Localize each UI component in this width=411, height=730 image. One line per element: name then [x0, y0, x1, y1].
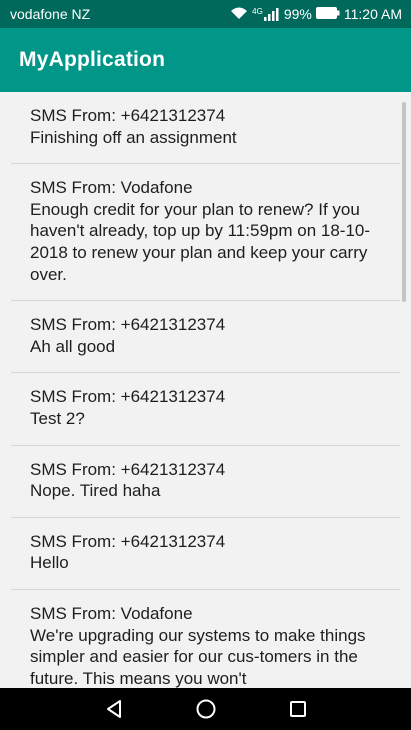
sms-body: Finishing off an assignment [30, 127, 237, 147]
list-item[interactable]: SMS From: +6421312374 Ah all good [11, 301, 400, 374]
sms-body: We're upgrading our systems to make thin… [30, 625, 366, 688]
sms-sender: SMS From: +6421312374 [30, 387, 226, 407]
status-bar: vodafone NZ 4G 99% 11:20 AM [0, 0, 411, 28]
sms-body: Hello [30, 553, 69, 573]
back-icon[interactable] [103, 698, 125, 720]
list-item[interactable]: SMS From: +6421312374 Hello [11, 518, 400, 590]
navigation-bar [0, 688, 411, 730]
sms-body: Ah all good [30, 336, 116, 356]
list-item[interactable]: SMS From: +6421312374 Finishing off an a… [11, 92, 400, 165]
sms-body: Enough credit for your plan to renew? If… [30, 199, 371, 284]
sms-sender: SMS From: +6421312374 [30, 531, 226, 551]
wifi-icon [230, 6, 248, 23]
recents-icon[interactable] [287, 698, 309, 720]
sms-sender: SMS From: +6421312374 [30, 315, 226, 335]
battery-percent: 99% [283, 6, 312, 22]
sms-body: Nope. Tired haha [30, 481, 161, 501]
sms-sender: SMS From: +6421312374 [30, 106, 226, 125]
sms-list[interactable]: SMS From: +6421312374 Finishing off an a… [0, 92, 411, 688]
scrollbar[interactable] [402, 102, 406, 302]
list-item[interactable]: SMS From: +6421312374 Nope. Tired haha [11, 446, 400, 518]
list-item[interactable]: SMS From: +6421312374 Test 2? [11, 373, 400, 446]
status-icons: 4G 99% 11:20 AM [230, 6, 402, 23]
clock: 11:20 AM [343, 6, 402, 22]
list-item[interactable]: SMS From: Vodafone Enough credit for you… [11, 164, 400, 302]
battery-icon [315, 6, 340, 22]
home-icon[interactable] [195, 698, 217, 720]
sms-sender: SMS From: +6421312374 [30, 459, 226, 479]
list-item[interactable]: SMS From: Vodafone We're upgrading our s… [11, 590, 400, 688]
network-type-label: 4G [252, 6, 263, 16]
signal-icon: 4G [252, 6, 280, 21]
carrier-label: vodafone NZ [10, 6, 91, 22]
app-bar: MyApplication [0, 28, 411, 92]
sms-sender: SMS From: Vodafone [30, 603, 193, 623]
app-title: MyApplication [19, 48, 166, 71]
sms-sender: SMS From: Vodafone [30, 178, 193, 198]
sms-body: Test 2? [30, 408, 85, 428]
